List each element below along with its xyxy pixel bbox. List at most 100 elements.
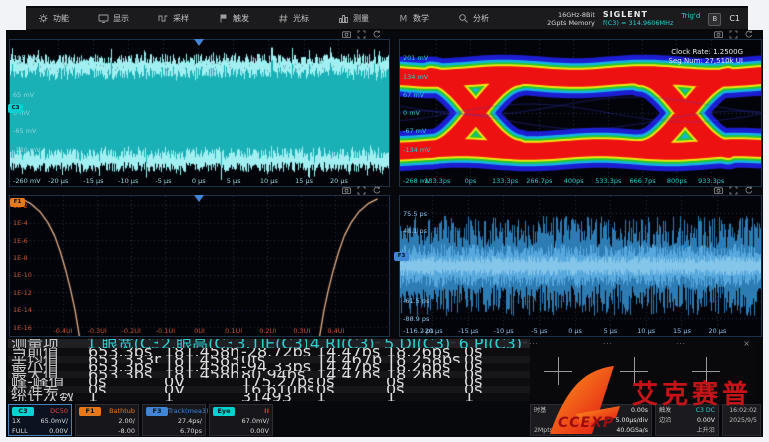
timebase-box[interactable]: 时基0.00s 5.00μs/div 2Mpts40.0GSa/s <box>530 404 652 436</box>
rotate-icon[interactable] <box>372 30 381 39</box>
close-table-button[interactable]: × <box>743 339 750 348</box>
screen-corner-right <box>748 6 763 30</box>
table-cell: 181.45833mV <box>161 356 238 364</box>
table-cell: -94.33ps <box>238 363 313 371</box>
bandwidth-label: 16GHz-8Bit <box>547 11 595 19</box>
channel-coupling: DC50 <box>50 406 68 416</box>
table-row: 测量项1.眼宽(C3)−2.眼高(C3)−3.TIE(C3)−4.RJ(C3)−… <box>8 339 530 348</box>
menu-item-cursor[interactable]: 光标 <box>278 13 309 24</box>
time-display: 16:02:02 <box>729 406 757 416</box>
rotate-icon[interactable] <box>744 186 753 195</box>
camera-icon[interactable] <box>342 30 351 39</box>
trigger-position-marker[interactable] <box>194 195 204 202</box>
table-cell: 0s <box>383 378 461 386</box>
menu-bar: 功能 显示 采样 触发 光标 测量 M <box>26 8 748 29</box>
bathtub-canvas <box>10 196 389 336</box>
eye-diagram-canvas <box>400 40 761 186</box>
table-cell: 16.610ps <box>238 386 313 394</box>
rotate-icon[interactable] <box>744 30 753 39</box>
trigger-source: C3 DC <box>696 406 715 416</box>
brand-logo: SIGLENT <box>603 11 674 19</box>
panel-icons-bottom-right <box>714 186 753 195</box>
table-cell: 0s <box>461 356 528 364</box>
table-cell: 0V <box>161 386 238 394</box>
trigger-label: 触发 <box>659 406 671 416</box>
menu-bar-right: 16GHz-8Bit 2Gpts Memory SIGLENT f(C3) = … <box>547 10 740 27</box>
waveform-panel-c3[interactable]: 195 mV65 mV0 mV-65 mV-130 mV-20 μs-15 μs… <box>9 39 390 187</box>
table-cell: 0s <box>461 386 528 394</box>
table-cell: 0s <box>461 371 528 379</box>
menu-label: 光标 <box>293 13 309 24</box>
probe-atten: 1X <box>12 416 21 426</box>
menu-label: 显示 <box>113 13 129 24</box>
channel-descriptor-eye[interactable]: EyeII 67.0mV/ 0.00V <box>209 404 273 436</box>
table-row: 最大值653.3ps181.458mV80.94ps14.47ps18.26ps… <box>8 371 530 379</box>
channel-descriptor-c3[interactable]: C3DC50 1X65.0mV/ FULL0.00V <box>8 404 72 436</box>
measurement-slot-menu[interactable]: ··· <box>514 340 554 348</box>
svg-text:M: M <box>400 15 408 24</box>
menu-item-display[interactable]: 显示 <box>98 13 129 24</box>
table-cell: 14.47ps <box>313 348 383 356</box>
measure-column-header[interactable]: 4.RJ(C3)− <box>307 339 381 348</box>
panel-icons-bottom-left <box>342 186 381 195</box>
clock-box: 16:02:02 2025/9/5 <box>722 404 761 436</box>
channel-c1-label[interactable]: C1 <box>729 14 740 23</box>
oscilloscope-screen: 功能 显示 采样 触发 光标 测量 M <box>6 6 763 437</box>
add-measurement-slot[interactable] <box>692 357 720 385</box>
table-cell: 0s <box>461 378 528 386</box>
menu-item-analysis[interactable]: 分析 <box>458 13 489 24</box>
menu-item-function[interactable]: 功能 <box>38 13 69 24</box>
measurement-slot-menu[interactable]: ··· <box>588 340 628 348</box>
table-cell: 653.333ps <box>85 356 161 364</box>
add-measurement-slot[interactable] <box>544 357 572 385</box>
channel-descriptor-f3[interactable]: F3Track(mea3) 27.4ps/ 6.70ps <box>142 404 206 436</box>
menu-item-trigger[interactable]: 触发 <box>218 13 249 24</box>
camera-icon[interactable] <box>342 186 351 195</box>
measure-column-header[interactable]: 2.眼高(C3)− <box>158 339 232 348</box>
channel-badge: F1 <box>79 407 101 416</box>
expand-icon[interactable] <box>729 186 738 195</box>
measurement-table: 测量项1.眼宽(C3)−2.眼高(C3)−3.TIE(C3)−4.RJ(C3)−… <box>8 339 756 401</box>
table-cell: 1 <box>161 393 238 401</box>
channel-marker-f1[interactable]: F1 <box>10 198 25 207</box>
scale-value: 67.0mV/ <box>242 416 269 426</box>
menu-item-math[interactable]: M 数学 <box>398 13 429 24</box>
channel-marker-c3[interactable]: C3 <box>8 104 23 113</box>
channel-descriptor-f1[interactable]: F1Bathtub 2.00/ -8.00 <box>75 404 139 436</box>
channel-marker-f3[interactable]: F3 <box>394 252 409 261</box>
eye-diagram-panel[interactable]: 201 mV134 mV67 mV0 mV-67 mV-134 mV-133.3… <box>399 39 762 187</box>
rotate-icon[interactable] <box>372 186 381 195</box>
add-measurement-slot[interactable] <box>620 357 648 385</box>
table-cell: 1 <box>383 393 461 401</box>
expand-icon[interactable] <box>357 186 366 195</box>
b-button[interactable]: B <box>708 13 721 26</box>
table-cell: 31493 <box>238 393 313 401</box>
measure-column-header[interactable]: 1.眼宽(C3)− <box>83 339 157 348</box>
jitter-track-panel-f3[interactable]: 75.5 ps48.1 ps-61.5 ps-88.9 ps-20 μs-15 … <box>399 195 762 337</box>
table-cell: 14.47ps <box>313 363 383 371</box>
table-row: 统计次数1131493111 <box>8 393 530 401</box>
camera-icon[interactable] <box>714 186 723 195</box>
trigger-box[interactable]: 触发C3 DC 边沿0.00V 上升沿 <box>655 404 719 436</box>
measurement-slot-menu[interactable]: ··· <box>661 340 701 348</box>
table-row: 最小值653.3ps181.458mV-94.33ps14.47ps18.26p… <box>8 363 530 371</box>
trigger-position-marker[interactable] <box>194 39 204 46</box>
measure-column-header[interactable]: 5.DJ(C3)− <box>381 339 455 348</box>
brand-block: SIGLENT f(C3) = 314.9606MHz <box>603 11 674 27</box>
menu-label: 功能 <box>53 13 69 24</box>
remove-measure-icon[interactable]: − <box>375 339 381 348</box>
menu-item-measure[interactable]: 测量 <box>338 13 369 24</box>
expand-icon[interactable] <box>729 30 738 39</box>
table-cell: 181.458mV <box>161 363 238 371</box>
expand-icon[interactable] <box>357 30 366 39</box>
volts-per-div: 65.0mV/ <box>41 416 68 426</box>
table-cell: -28.72ps <box>238 348 313 356</box>
bathtub-panel-f1[interactable]: 1E-21E-41E-61E-81E-101E-121E-141E-16-0.4… <box>9 195 390 337</box>
trigger-status-badge: Trig'd <box>681 11 700 20</box>
table-cell: 0s <box>313 378 383 386</box>
camera-icon[interactable] <box>714 30 723 39</box>
offset-value: 0.00V <box>250 426 269 436</box>
menu-item-acquire[interactable]: 采样 <box>158 13 189 24</box>
measure-column-header[interactable]: 3.TIE(C3)− <box>232 339 306 348</box>
table-cell: 0V <box>161 378 238 386</box>
